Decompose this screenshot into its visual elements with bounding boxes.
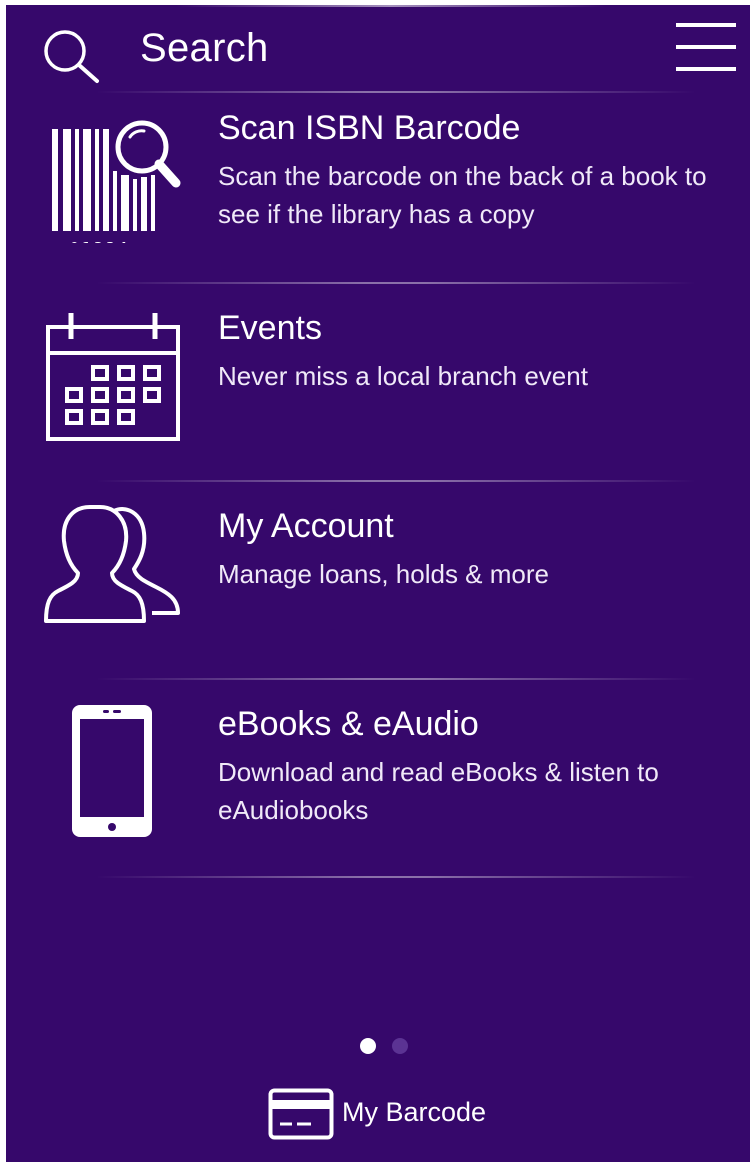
calendar-icon (46, 313, 180, 441)
my-barcode-button[interactable]: My Barcode (268, 1086, 508, 1142)
menu-item-description: Download and read eBooks & listen to eAu… (218, 757, 659, 825)
divider (96, 91, 696, 93)
menu-item-title: Events (218, 309, 322, 347)
divider (96, 282, 696, 284)
search-icon (44, 30, 99, 83)
menu-item-description: Never miss a local branch event (218, 361, 588, 391)
menu-item-scan-barcode[interactable]: 01234 Scan ISBN Barcode Scan the barcode… (6, 97, 750, 281)
my-barcode-label: My Barcode (342, 1097, 487, 1127)
hamburger-menu-icon (676, 23, 736, 71)
card-icon (268, 1088, 334, 1140)
barcode-digits: 01234 (70, 239, 130, 243)
search-bar[interactable]: Search (6, 5, 646, 93)
page-dot[interactable] (392, 1038, 408, 1054)
menu-button[interactable] (674, 19, 738, 77)
divider (96, 678, 696, 680)
menu-item-title: Scan ISBN Barcode (218, 109, 521, 147)
menu-item-title: My Account (218, 507, 394, 545)
smartphone-icon (72, 705, 152, 837)
home-screen: Search Scan ISBN Barcode Scan the barcod… (6, 5, 750, 1162)
menu-item-description: Scan the barcode on the back of a book t… (218, 161, 707, 229)
menu-item-title: eBooks & eAudio (218, 705, 479, 743)
menu-item-events[interactable]: Events Never miss a local branch event (6, 285, 750, 479)
divider (96, 480, 696, 482)
search-placeholder: Search (140, 26, 269, 70)
menu-item-ebooks[interactable]: eBooks & eAudio Download and read eBooks… (6, 681, 750, 875)
page-indicator (358, 1038, 418, 1056)
page-dot-active[interactable] (360, 1038, 376, 1054)
menu-item-description: Manage loans, holds & more (218, 559, 549, 589)
divider (96, 876, 696, 878)
barcode-scan-icon: 01234 (52, 120, 181, 243)
users-icon (44, 505, 180, 623)
menu-item-my-account[interactable]: My Account Manage loans, holds & more (6, 483, 750, 677)
